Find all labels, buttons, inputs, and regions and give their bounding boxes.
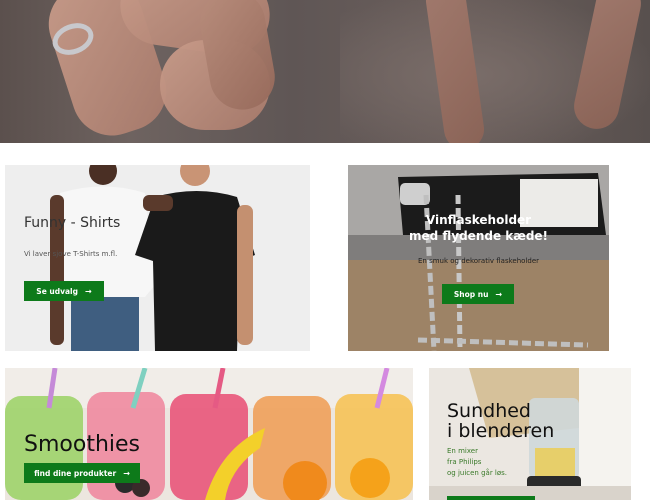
card-subtitle: Vi laver sjove T-Shirts m.fl.: [24, 250, 118, 258]
button-label: Se udvalg: [36, 286, 78, 296]
button-label: Shop nu: [453, 289, 489, 299]
card-subtitle: En smuk og dekorativ flaskeholder: [417, 257, 540, 265]
arrow-right-icon: →: [495, 289, 503, 299]
see-selection-button[interactable]: Se udvalg →: [24, 281, 104, 301]
card-subtitle-line-3: og juicen går løs.: [447, 469, 508, 477]
find-products-button[interactable]: find dine produkter →: [24, 463, 140, 483]
hero-banner-image: [0, 0, 650, 143]
blender-button[interactable]: [447, 496, 535, 500]
card-title-line-2: i blenderen: [447, 420, 555, 442]
card-subtitle-line-2: fra Philips: [447, 458, 482, 466]
card-subtitle-line-1: En mixer: [447, 447, 478, 455]
tshirts-photo: [5, 165, 310, 351]
promo-card-smoothies[interactable]: Smoothies find dine produkter →: [5, 368, 413, 500]
promo-card-wine-holder[interactable]: Vinflaskeholder med flydende kæde! En sm…: [348, 165, 609, 351]
button-label: find dine produkter: [34, 468, 117, 478]
card-title: Funny - Shirts: [24, 215, 121, 231]
shop-now-button[interactable]: Shop nu →: [442, 284, 514, 304]
card-title-line-2: med flydende kæde!: [408, 229, 549, 243]
arrow-right-icon: →: [123, 468, 130, 478]
card-title: Smoothies: [24, 432, 140, 457]
arrow-right-icon: →: [85, 286, 92, 296]
card-title-line-1: Vinflaskeholder: [425, 213, 532, 227]
promo-card-tshirts[interactable]: Funny - Shirts Vi laver sjove T-Shirts m…: [5, 165, 310, 351]
promo-card-blender[interactable]: Sundhed i blenderen En mixer fra Philips…: [429, 368, 631, 500]
card-title-line-1: Sundhed: [447, 400, 531, 422]
